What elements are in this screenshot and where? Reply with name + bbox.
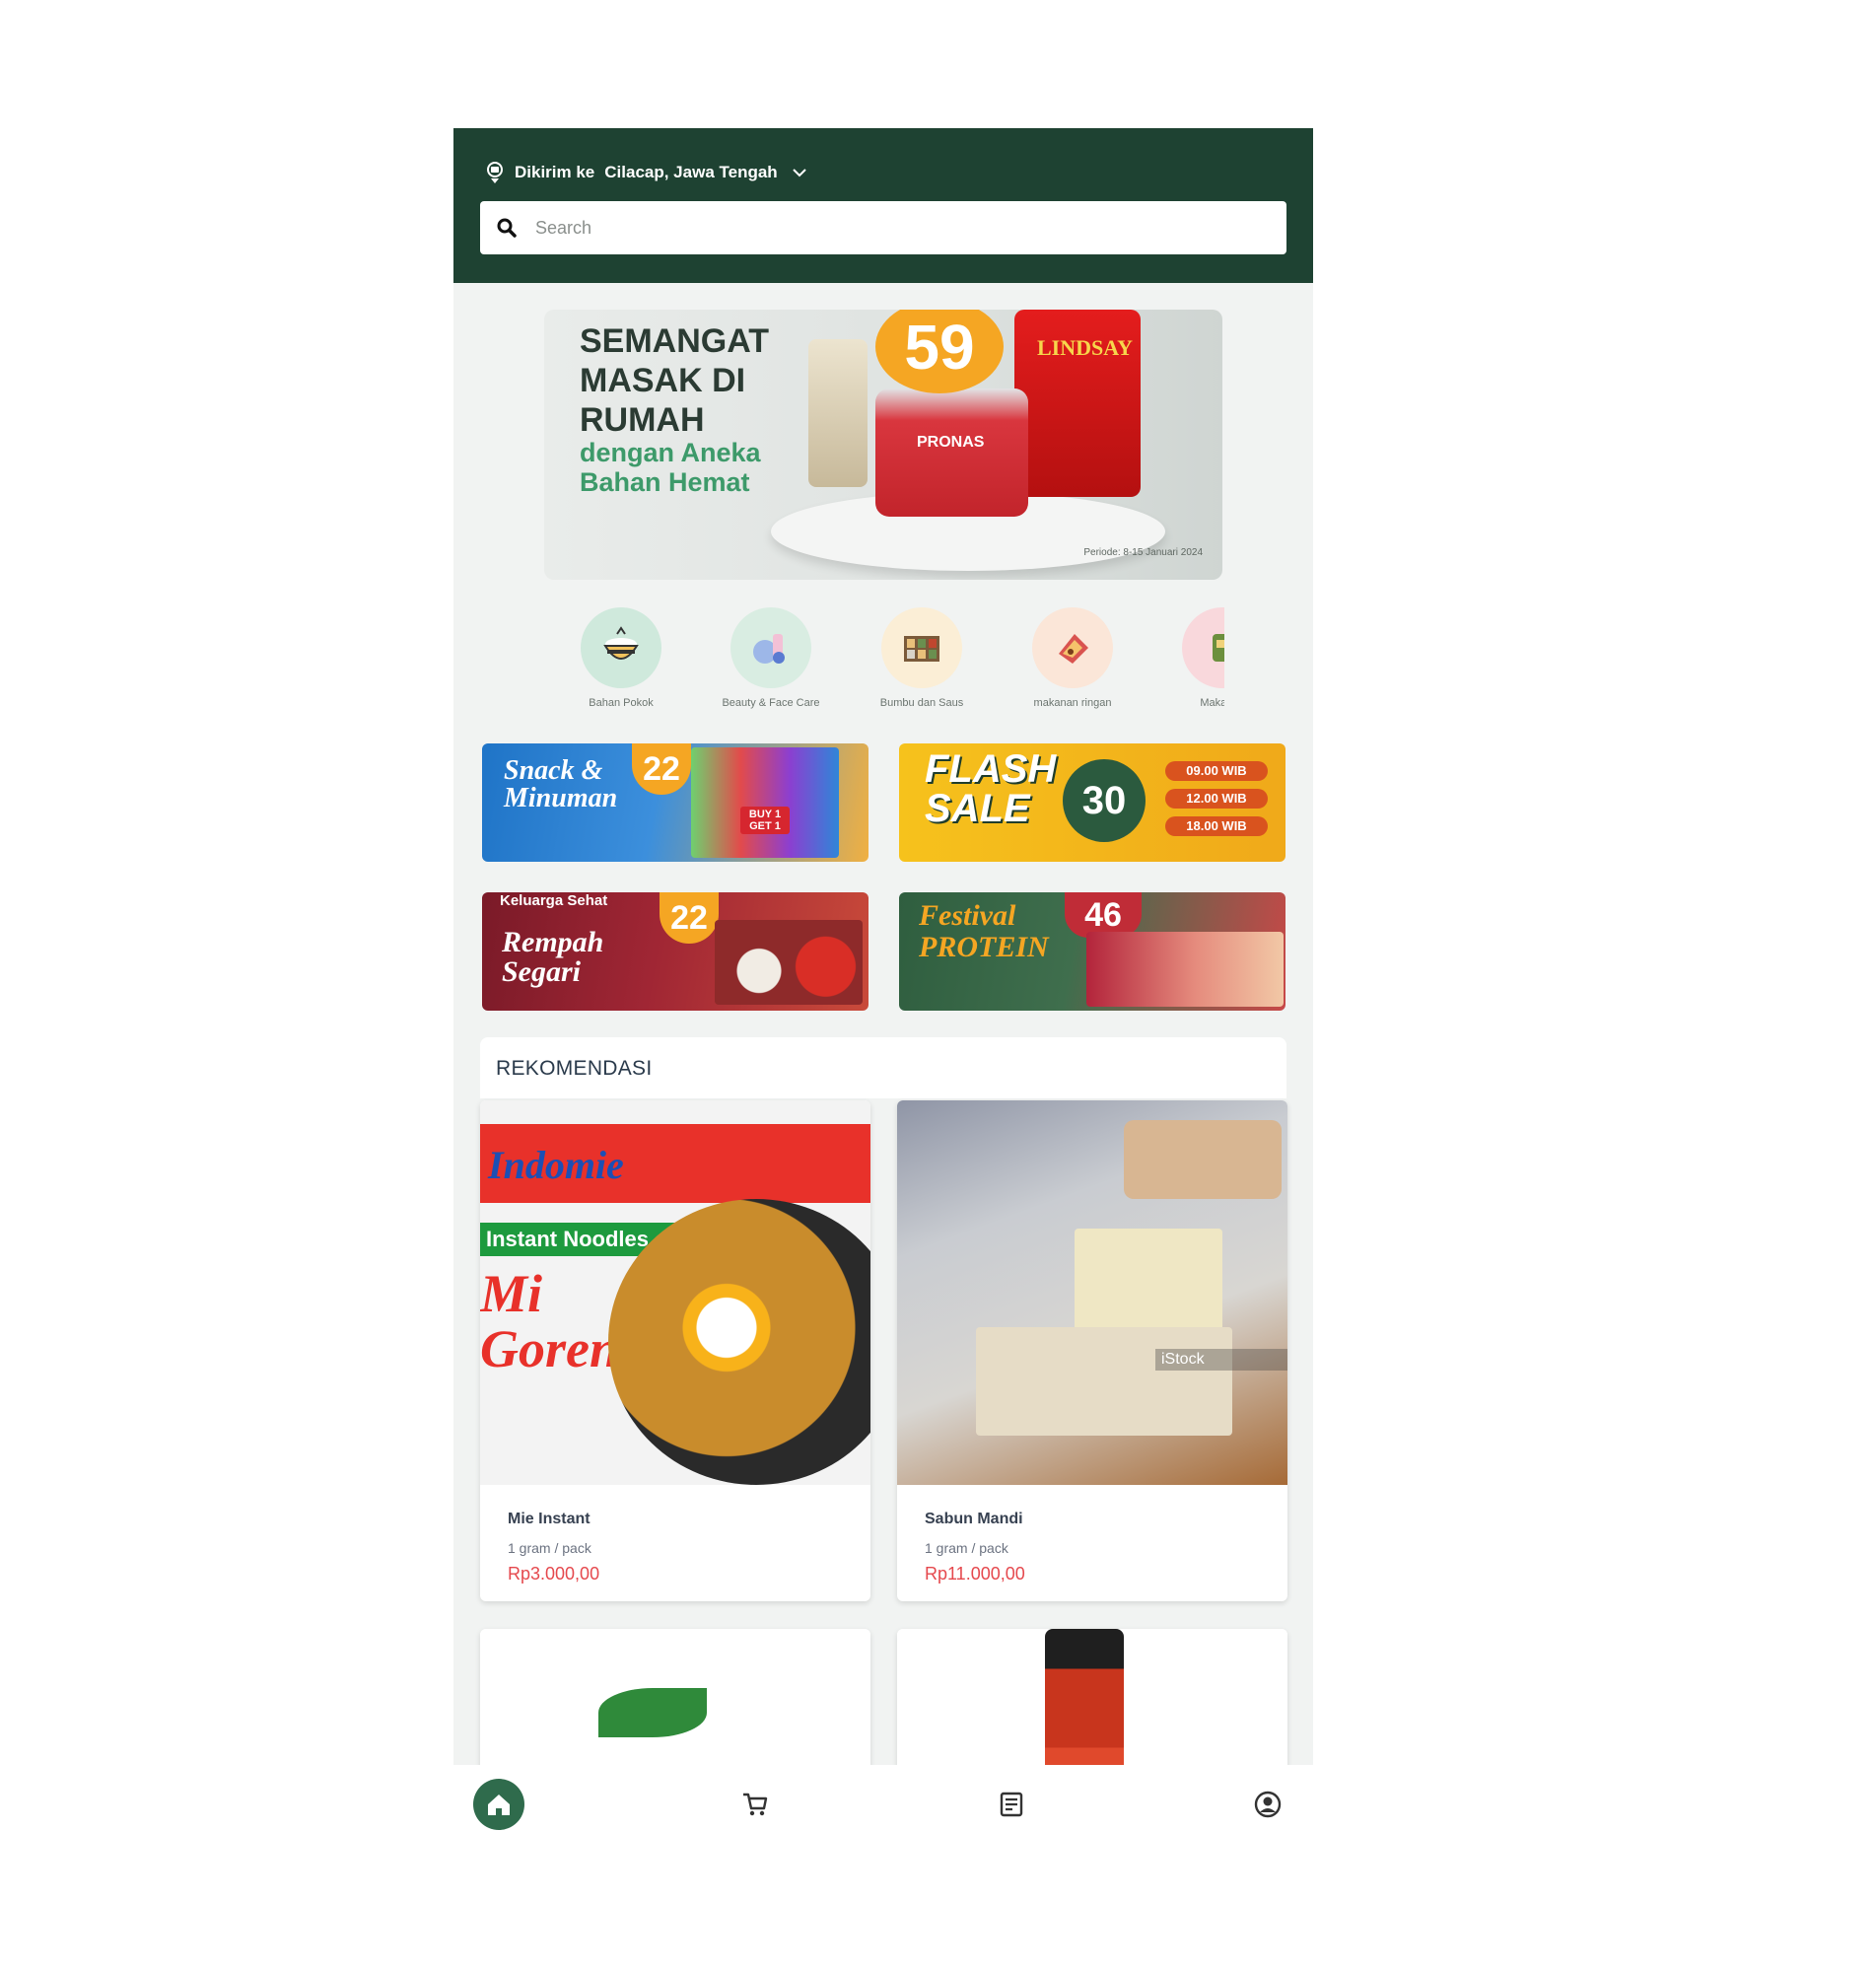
product-image-brand: Indomie	[488, 1143, 624, 1187]
deliver-prefix: Dikirim ke	[515, 163, 595, 181]
promo-festival-protein[interactable]: Festival PROTEIN 46	[899, 892, 1285, 1011]
promo-time-1: 09.00 WIB	[1165, 761, 1268, 781]
nav-home[interactable]	[473, 1779, 524, 1830]
home-icon	[488, 1795, 510, 1815]
delivery-location-selector[interactable]: Dikirim ke Cilacap, Jawa Tengah	[485, 158, 807, 187]
promo-meat-image	[1086, 932, 1284, 1007]
category-item-makanan-ringan[interactable]: makanan ringan	[1013, 607, 1132, 710]
promo-badge: 22	[632, 743, 691, 795]
top-header: Dikirim ke Cilacap, Jawa Tengah	[453, 128, 1313, 283]
hero-subline: dengan Aneka Bahan Hemat	[580, 438, 761, 497]
promo-subtitle: Keluarga Sehat	[500, 892, 608, 909]
category-label: Makanan	[1200, 697, 1224, 709]
food-icon	[1213, 634, 1224, 662]
promo-tag: BUY 1 GET 1	[740, 807, 790, 834]
product-price: Rp3.000,00	[508, 1564, 600, 1584]
product-card-sabun-mandi[interactable]: iStock Sabun Mandi 1 gram / pack Rp11.00…	[897, 1100, 1287, 1601]
cosmetics-icon	[753, 634, 785, 664]
deliver-location: Cilacap, Jawa Tengah	[604, 163, 778, 181]
product-card-mie-instant[interactable]: Indomie Instant Noodles Mi Goreng Mie In…	[480, 1100, 870, 1601]
hero-badge: 59	[875, 310, 1004, 393]
promo-snack-minuman[interactable]: Snack & Minuman 22 BUY 1 GET 1	[482, 743, 869, 862]
recommendation-header: REKOMENDASI	[480, 1037, 1286, 1098]
search-icon	[497, 218, 517, 238]
promo-time-2: 12.00 WIB	[1165, 789, 1268, 809]
category-label: Bahan Pokok	[589, 697, 654, 709]
promo-flash-sale[interactable]: FLASH SALE 30 09.00 WIB 12.00 WIB 18.00 …	[899, 743, 1285, 862]
rice-bowl-icon	[603, 626, 639, 660]
snack-icon	[1059, 634, 1088, 664]
nav-cart[interactable]	[730, 1779, 781, 1830]
product-unit: 1 gram / pack	[925, 1540, 1008, 1556]
promo-title: FLASH SALE	[925, 747, 1057, 830]
hero-brand-left: PRONAS	[917, 434, 985, 451]
product-image-brush	[1124, 1120, 1282, 1199]
category-item-beauty[interactable]: Beauty & Face Care	[712, 607, 830, 710]
category-label: Beauty & Face Care	[722, 697, 820, 709]
cart-icon	[743, 1793, 768, 1816]
category-circle	[881, 607, 962, 688]
product-name: Sabun Mandi	[925, 1511, 1023, 1527]
hero-can-image	[875, 388, 1028, 517]
promo-products-image	[691, 747, 839, 858]
category-item-bumbu[interactable]: Bumbu dan Saus	[863, 607, 981, 710]
app-screen: Dikirim ke Cilacap, Jawa Tengah SEMANGAT…	[453, 128, 1313, 1844]
profile-icon	[1254, 1791, 1282, 1818]
category-item-bahan-pokok[interactable]: Bahan Pokok	[562, 607, 680, 710]
category-label: Bumbu dan Saus	[879, 697, 964, 709]
search-input[interactable]	[533, 216, 1247, 240]
product-image-bottle	[1045, 1629, 1124, 1787]
category-circle	[730, 607, 811, 688]
product-image-title: Mi Goreng	[480, 1264, 647, 1378]
promo-title: Snack & Minuman	[504, 755, 618, 813]
spice-rack-icon	[904, 636, 939, 662]
hero-spice-jar-image	[808, 339, 868, 487]
product-unit: 1 gram / pack	[508, 1540, 591, 1556]
bottom-navigation	[453, 1765, 1313, 1844]
promo-badge: 22	[660, 892, 719, 944]
product-image-watermark: iStock	[1155, 1349, 1287, 1371]
hero-banner[interactable]: SEMANGAT MASAK DI RUMAH dengan Aneka Bah…	[544, 310, 1222, 580]
category-item-makanan[interactable]: Makanan	[1163, 607, 1224, 710]
promo-badge: 30	[1063, 759, 1146, 842]
promo-title: Rempah Segari	[502, 926, 604, 988]
product-price: Rp11.000,00	[925, 1564, 1025, 1584]
receipt-icon	[1000, 1792, 1023, 1817]
category-label: makanan ringan	[1033, 697, 1112, 709]
category-circle	[1182, 607, 1224, 688]
promo-title: Festival PROTEIN	[919, 899, 1049, 963]
product-name: Mie Instant	[508, 1511, 591, 1527]
category-list: Bahan Pokok Beauty & Face Care Bumbu dan…	[562, 607, 1224, 724]
hero-fineprint: Periode: 8-15 Januari 2024	[1083, 547, 1203, 558]
recommendation-title: REKOMENDASI	[496, 1057, 653, 1080]
category-circle	[1032, 607, 1113, 688]
product-image-leaf	[598, 1688, 707, 1737]
promo-spices-image	[715, 920, 863, 1005]
search-bar[interactable]	[480, 201, 1286, 254]
product-image: Indomie Instant Noodles Mi Goreng	[480, 1100, 870, 1485]
nav-profile[interactable]	[1242, 1779, 1293, 1830]
hero-brand-right: LINDSAY	[1037, 335, 1134, 360]
chevron-down-icon	[792, 169, 806, 177]
product-image: iStock	[897, 1100, 1287, 1485]
nav-orders[interactable]	[986, 1779, 1037, 1830]
promo-rempah-segari[interactable]: Keluarga Sehat Rempah Segari 22	[482, 892, 869, 1011]
category-circle	[581, 607, 661, 688]
promo-time-3: 18.00 WIB	[1165, 816, 1268, 836]
product-image-soap-2	[976, 1327, 1232, 1436]
delivery-icon	[487, 162, 503, 183]
